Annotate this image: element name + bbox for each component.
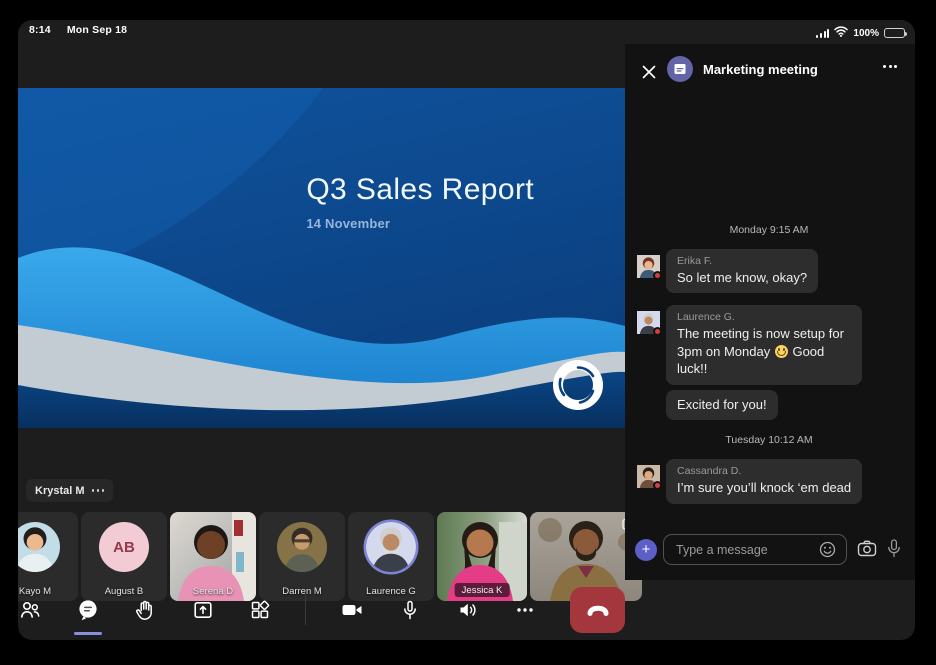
presence-busy-indicator [653, 327, 662, 337]
slide-subtitle: 14 November [306, 216, 391, 231]
message-text: I’m sure you’ll knock ‘em dead [677, 480, 852, 496]
chat-title: Marketing meeting [703, 62, 818, 77]
teams-meeting-icon [667, 56, 693, 82]
chat-message: Erika F. So let me know, okay? [637, 248, 901, 294]
avatar-cassandra [637, 465, 662, 491]
people-button[interactable] [18, 591, 42, 629]
message-text: Excited for you! [677, 396, 767, 412]
teams-meeting-screen: 8:14 Mon Sep 18 100% Q3 Sales Report 14 … [18, 20, 915, 640]
compose-bar: + [625, 534, 915, 566]
chat-messages-list[interactable]: Monday 9:15 AM Erika F. So let me know, … [625, 92, 915, 520]
day-timestamp: Monday 9:15 AM [729, 223, 809, 236]
toolbar-divider [305, 595, 307, 625]
slide-title: Q3 Sales Report [306, 173, 535, 206]
more-icon[interactable] [883, 65, 897, 68]
presence-busy-indicator [653, 481, 662, 491]
speaker-button[interactable] [456, 591, 480, 629]
chat-button-active[interactable] [74, 591, 103, 635]
more-icon[interactable] [91, 489, 105, 492]
battery-percent: 100% [853, 27, 879, 39]
avatar-erika [637, 254, 662, 280]
presenter-pill[interactable]: Krystal M [26, 479, 114, 502]
active-tab-indicator [74, 632, 103, 635]
avatar [18, 522, 60, 572]
smiling-face-emoji [774, 344, 788, 358]
tablet-device-frame: 8:14 Mon Sep 18 100% Q3 Sales Report 14 … [0, 0, 936, 665]
emoji-icon[interactable] [819, 541, 836, 563]
share-screen-button[interactable] [190, 591, 214, 629]
hang-up-icon [587, 605, 609, 616]
day-timestamp: Tuesday 10:12 AM [725, 434, 813, 447]
shared-slide: Q3 Sales Report 14 November [18, 88, 625, 428]
message-text: So let me know, okay? [677, 269, 808, 285]
message-text: The meeting is now setup for 3pm on Mond… [677, 326, 844, 377]
status-bar: 8:14 Mon Sep 18 100% [18, 20, 915, 44]
message-sender: Cassandra D. [677, 465, 742, 478]
more-options-button[interactable] [513, 591, 537, 629]
hang-up-button[interactable] [570, 587, 625, 633]
chat-message: Laurence G. The meeting is now setup for… [637, 305, 901, 421]
clock: 8:14 [29, 24, 51, 36]
add-icon[interactable]: + [635, 539, 657, 561]
presenter-name: Krystal M [35, 484, 85, 497]
message-sender: Erika F. [677, 254, 713, 267]
battery-icon [884, 28, 907, 38]
avatar-speaking [366, 522, 416, 572]
presence-busy-indicator [653, 270, 662, 280]
raise-hand-button[interactable] [133, 591, 157, 629]
apps-button[interactable] [248, 591, 272, 629]
avatar-initials: AB [99, 522, 149, 572]
date: Mon Sep 18 [66, 24, 128, 36]
chat-header: Marketing meeting [625, 52, 915, 92]
cellular-signal-icon [816, 28, 830, 38]
avatar [277, 522, 327, 572]
presentation-stage: Q3 Sales Report 14 November Krystal M Ka… [18, 44, 642, 640]
camera-button[interactable] [339, 591, 365, 629]
meeting-chat-panel: Marketing meeting Monday 9:15 AM Erika F… [625, 44, 915, 580]
chat-message: Cassandra D. I’m sure you’ll knock ‘em d… [637, 459, 901, 504]
close-icon[interactable] [640, 63, 658, 81]
camera-icon[interactable] [857, 540, 877, 562]
message-sender: Laurence G. [677, 311, 735, 324]
avatar-laurence [637, 311, 662, 337]
wifi-icon [834, 24, 849, 42]
microphone-button[interactable] [398, 591, 422, 629]
call-controls-toolbar [18, 580, 625, 640]
microphone-icon[interactable] [887, 539, 901, 563]
